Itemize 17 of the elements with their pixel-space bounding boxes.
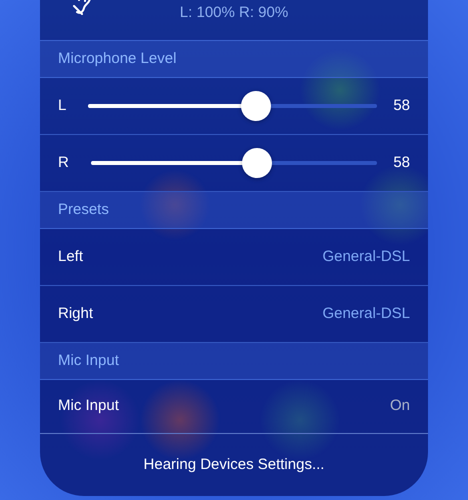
preset-value[interactable]: General-DSL	[322, 302, 410, 326]
row-label: Mic Input	[58, 396, 119, 416]
slider-value: 58	[393, 152, 410, 173]
slider-thumb[interactable]	[242, 148, 272, 178]
hearing-level-text: L: 100% R: 90%	[180, 3, 288, 23]
settings-link[interactable]: Hearing Devices Settings...	[144, 456, 324, 473]
preset-value[interactable]: General-DSL	[322, 246, 410, 268]
row-label: Right	[58, 304, 94, 324]
row-label: R	[58, 152, 69, 173]
section-header: Mic Input	[40, 343, 428, 380]
row-label: Left	[58, 246, 84, 267]
row-label: L	[58, 96, 66, 116]
section-header: Microphone Level	[40, 41, 428, 78]
section-header: Presets	[40, 192, 428, 229]
setting-value: On	[390, 396, 410, 416]
slider-thumb[interactable]	[240, 91, 271, 121]
slider-value: 58	[393, 96, 410, 116]
